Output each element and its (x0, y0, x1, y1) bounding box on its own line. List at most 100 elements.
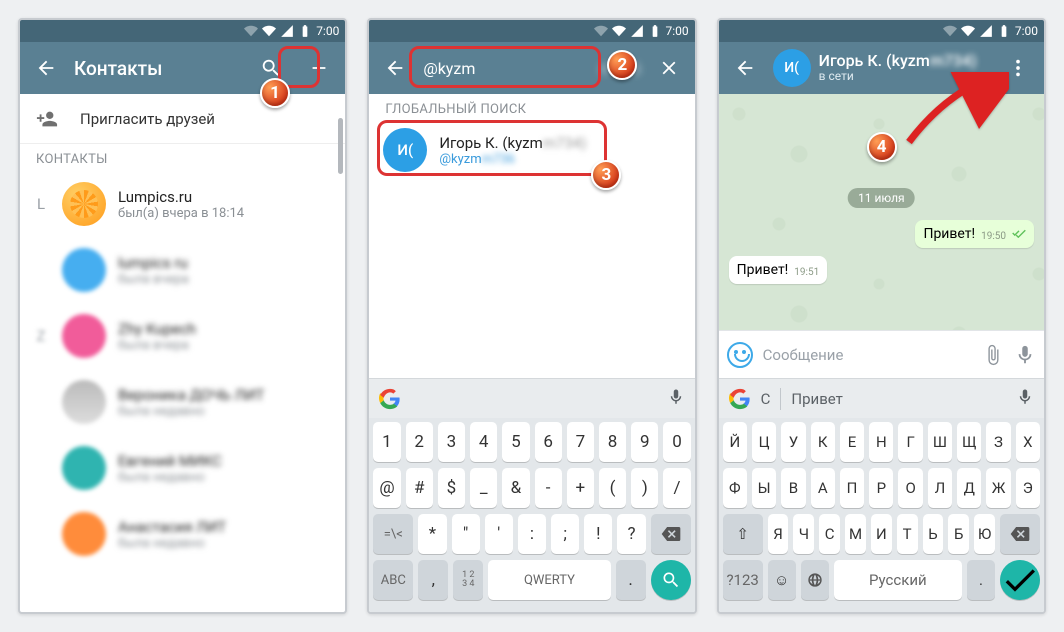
key[interactable]: Н (869, 422, 893, 462)
key[interactable]: Ю (974, 514, 995, 554)
mic-icon[interactable] (1014, 344, 1036, 366)
wifi-icon (612, 24, 626, 38)
key[interactable]: ; (551, 514, 579, 554)
key[interactable]: & (502, 468, 529, 508)
contact-row-blurred[interactable]: lumpics ruбылa вчера (20, 237, 345, 303)
key[interactable]: Т (897, 514, 918, 554)
backspace-key[interactable] (1000, 514, 1040, 554)
invite-friends-row[interactable]: Пригласить друзей (20, 94, 345, 144)
key[interactable]: _ (470, 468, 497, 508)
key[interactable]: В (781, 468, 805, 508)
key[interactable]: 7 (567, 422, 594, 462)
key[interactable]: Ж (986, 468, 1010, 508)
emoji-button[interactable] (727, 342, 753, 368)
key[interactable]: 9 (631, 422, 658, 462)
key[interactable]: 3 (438, 422, 465, 462)
emoji-key[interactable]: ☺ (768, 560, 796, 600)
mic-button[interactable] (1016, 388, 1034, 410)
key[interactable]: / (663, 468, 690, 508)
spacebar-key[interactable]: Русский (834, 560, 962, 600)
key[interactable]: 4 (470, 422, 497, 462)
back-button[interactable] (725, 48, 765, 88)
key[interactable]: У (781, 422, 805, 462)
key[interactable]: О (898, 468, 922, 508)
contact-row-blurred[interactable]: Анастасия ЛИТбыла недавно (20, 501, 345, 567)
suggestion[interactable]: Привет (791, 390, 842, 408)
google-icon[interactable] (729, 388, 751, 410)
contact-row-lumpics[interactable]: L Lumpics.ru был(а) вчера в 18:14 (20, 171, 345, 237)
chat-contact-name: Игорь К. (kyzmm734) (819, 52, 977, 70)
mode-num-key[interactable]: ?123 (723, 560, 763, 600)
key[interactable]: П (840, 468, 864, 508)
contact-row-blurred[interactable]: Вероника ДОЧЬ ЛИТбыла недавно (20, 369, 345, 435)
enter-key[interactable] (1000, 560, 1040, 600)
key[interactable]: 0 (663, 422, 690, 462)
lang-key[interactable] (801, 560, 829, 600)
key[interactable]: А (811, 468, 835, 508)
contact-row-blurred[interactable]: ZZhy Kupechбыла вчера (20, 303, 345, 369)
key[interactable]: 1 (373, 422, 400, 462)
search-go-key[interactable] (651, 560, 691, 600)
mic-button[interactable] (667, 388, 685, 410)
key[interactable]: С (819, 514, 840, 554)
key[interactable]: ? (617, 514, 645, 554)
suggestion[interactable]: С (761, 390, 771, 408)
shift-key[interactable]: ⇧ (723, 514, 763, 554)
key[interactable]: ( (599, 468, 626, 508)
key[interactable]: Щ (957, 422, 981, 462)
message-input[interactable] (763, 346, 972, 364)
key[interactable]: 8 (599, 422, 626, 462)
contact-row-blurred[interactable]: Евгений МИКСбыла недавно (20, 435, 345, 501)
key[interactable]: " (452, 514, 480, 554)
key[interactable]: М (845, 514, 866, 554)
key[interactable]: З (986, 422, 1010, 462)
key[interactable]: Б (948, 514, 969, 554)
key[interactable]: : (518, 514, 546, 554)
comma-key[interactable]: , (418, 560, 448, 600)
key[interactable]: # (406, 468, 433, 508)
key[interactable]: 2 (406, 422, 433, 462)
key[interactable]: Х (1016, 422, 1040, 462)
message-outgoing[interactable]: Привет! 19:50 (915, 220, 1034, 248)
key[interactable]: * (418, 514, 446, 554)
key[interactable]: Ш (928, 422, 952, 462)
key[interactable]: Р (869, 468, 893, 508)
key[interactable]: Д (957, 468, 981, 508)
backspace-key[interactable] (651, 514, 691, 554)
attach-icon[interactable] (982, 344, 1004, 366)
key[interactable]: Ф (723, 468, 747, 508)
google-icon[interactable] (379, 388, 401, 410)
key[interactable]: ' (485, 514, 513, 554)
key[interactable]: Й (723, 422, 747, 462)
key[interactable]: 5 (502, 422, 529, 462)
period-key[interactable]: . (616, 560, 646, 600)
key[interactable]: Ы (752, 468, 776, 508)
mode-abc-key[interactable]: ABC (373, 560, 413, 600)
key[interactable]: - (535, 468, 562, 508)
avatar[interactable]: И( (773, 49, 811, 87)
key[interactable]: + (567, 468, 594, 508)
key[interactable]: Ц (752, 422, 776, 462)
key[interactable]: Л (928, 468, 952, 508)
alt-symbols-key[interactable]: 1 23 4 (453, 560, 483, 600)
key[interactable]: К (811, 422, 835, 462)
key[interactable]: @ (373, 468, 400, 508)
message-incoming[interactable]: Привет! 19:51 (729, 256, 828, 284)
key[interactable]: Е (840, 422, 864, 462)
key[interactable]: ! (584, 514, 612, 554)
spacebar-key[interactable]: QWERTY (488, 560, 610, 600)
sym-shift-key[interactable]: =\< (373, 514, 413, 554)
key[interactable]: Ь (923, 514, 944, 554)
key[interactable]: Г (898, 422, 922, 462)
key[interactable]: И (871, 514, 892, 554)
key[interactable]: $ (438, 468, 465, 508)
key[interactable]: Ч (793, 514, 814, 554)
back-button[interactable] (26, 48, 66, 88)
key[interactable]: Я (768, 514, 789, 554)
period-key[interactable]: . (967, 560, 995, 600)
key[interactable]: ) (631, 468, 658, 508)
key[interactable]: Э (1016, 468, 1040, 508)
scrollbar[interactable] (338, 118, 343, 174)
key[interactable]: 6 (535, 422, 562, 462)
clear-search-button[interactable] (649, 48, 689, 88)
